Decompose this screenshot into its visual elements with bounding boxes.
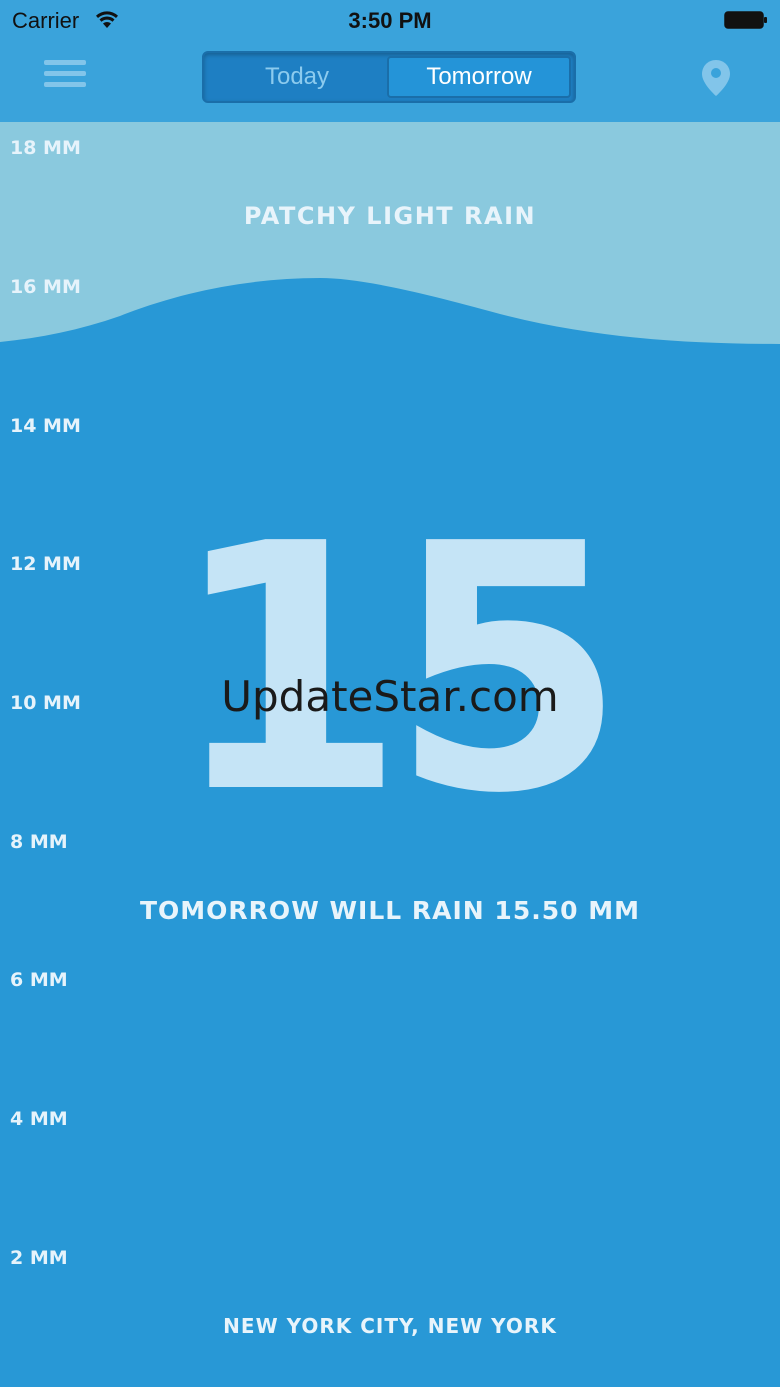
gauge-tick: 18 MM	[10, 137, 81, 159]
gauge-tick: 14 MM	[10, 415, 81, 437]
battery-icon	[724, 11, 767, 29]
gauge-tick: 16 MM	[10, 276, 81, 298]
rain-amount-value: 15	[169, 472, 626, 868]
weather-condition: PATCHY LIGHT RAIN	[243, 202, 537, 230]
status-time: 3:50 PM	[348, 8, 432, 33]
rain-gauge: PATCHY LIGHT RAIN 18 MM 16 MM 14 MM 12 M…	[0, 122, 780, 1387]
location-label: NEW YORK CITY, NEW YORK	[223, 1314, 557, 1338]
day-segmented-control: Today Tomorrow	[202, 51, 576, 103]
gauge-tick: 4 MM	[10, 1108, 68, 1130]
status-bar: Carrier 3:50 PM	[0, 0, 780, 40]
hamburger-menu-icon[interactable]	[38, 54, 92, 102]
rain-summary: TOMORROW WILL RAIN 15.50 MM	[140, 896, 640, 925]
sky-wave	[0, 122, 780, 344]
tab-tomorrow[interactable]: Tomorrow	[387, 56, 571, 98]
gauge-tick: 6 MM	[10, 969, 68, 991]
map-pin-icon[interactable]	[698, 58, 734, 98]
nav-bar: Today Tomorrow	[0, 40, 780, 122]
tab-today[interactable]: Today	[207, 56, 387, 98]
gauge-tick: 2 MM	[10, 1247, 68, 1269]
watermark: UpdateStar.com	[221, 672, 559, 721]
